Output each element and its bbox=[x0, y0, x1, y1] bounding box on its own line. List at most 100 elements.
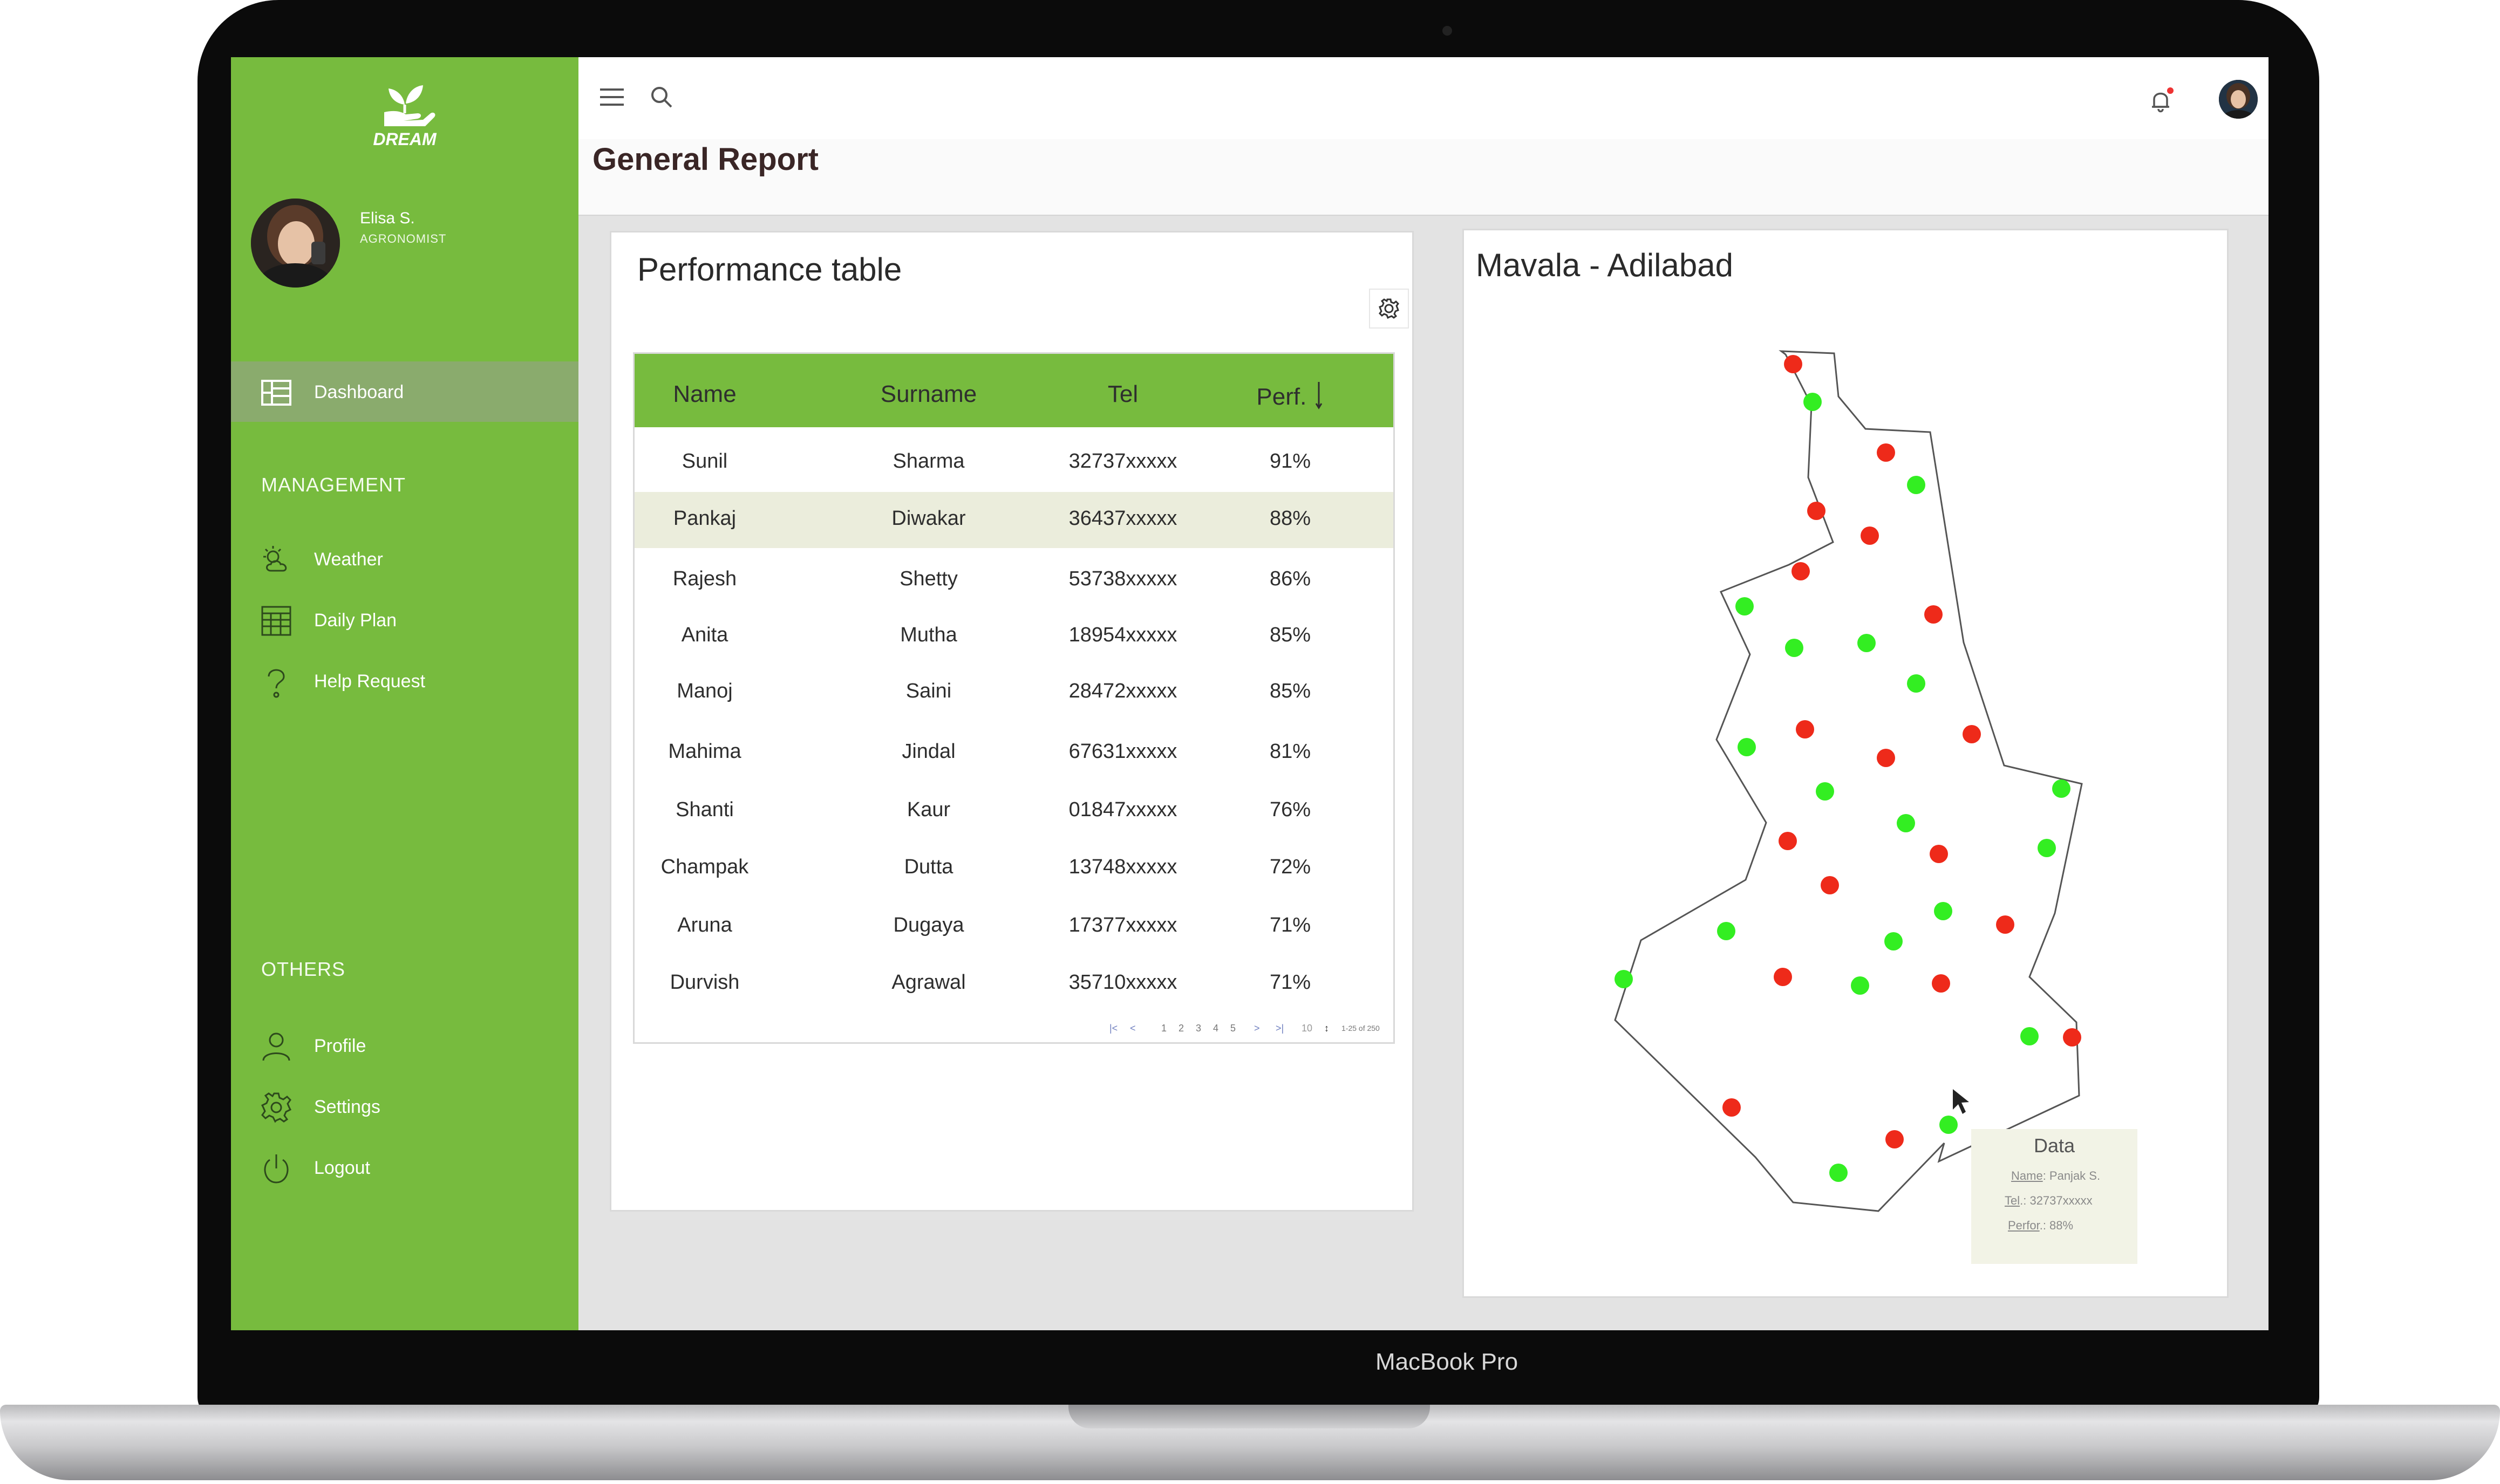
tooltip-tel-value: .: 32737xxxxx bbox=[2020, 1194, 2093, 1207]
farmer-point-low[interactable] bbox=[1784, 355, 1802, 373]
cell-tel: 35710xxxxx bbox=[1068, 971, 1177, 994]
table-row[interactable]: Anita Mutha 18954xxxxx 85% bbox=[635, 608, 1393, 665]
cell-name: Manoj bbox=[677, 680, 733, 702]
sidebar-item-logout[interactable]: Logout bbox=[231, 1146, 578, 1189]
cell-perf: 81% bbox=[1269, 740, 1311, 763]
region-outline bbox=[1614, 350, 2083, 1212]
sidebar-item-settings[interactable]: Settings bbox=[231, 1085, 578, 1128]
sidebar-item-dashboard[interactable]: Dashboard bbox=[231, 361, 578, 422]
per-page-chevron-icon[interactable]: ↕ bbox=[1324, 1023, 1329, 1034]
others-heading: OTHERS bbox=[261, 958, 346, 980]
farmer-point-high[interactable] bbox=[2038, 839, 2056, 857]
per-page-select[interactable]: 10 bbox=[1302, 1023, 1312, 1034]
farmer-point-low[interactable] bbox=[1807, 502, 1825, 520]
farmer-point-high[interactable] bbox=[1816, 782, 1834, 801]
farmer-point-low[interactable] bbox=[1885, 1130, 1904, 1148]
farmer-point-low[interactable] bbox=[1779, 832, 1797, 850]
farmer-point-low[interactable] bbox=[1930, 845, 1948, 863]
farmer-point-low[interactable] bbox=[1877, 749, 1895, 767]
page-1[interactable]: 1 bbox=[1161, 1023, 1167, 1034]
table-settings-button[interactable] bbox=[1369, 289, 1409, 329]
farmer-point-low[interactable] bbox=[1877, 443, 1895, 462]
farmer-point-low[interactable] bbox=[1791, 562, 1810, 580]
sort-arrow-icon[interactable] bbox=[1313, 381, 1324, 416]
table-row[interactable]: Pankaj Diwakar 36437xxxxx 88% bbox=[635, 492, 1393, 548]
tooltip-name: Name: Panjak S. bbox=[2011, 1169, 2100, 1183]
tooltip-perf: Perfor.: 88% bbox=[2008, 1219, 2073, 1233]
page-3[interactable]: 3 bbox=[1196, 1023, 1201, 1034]
last-page-icon[interactable]: >| bbox=[1276, 1023, 1284, 1034]
sidebar-item-help-request[interactable]: Help Request bbox=[231, 659, 578, 702]
farmer-point-high[interactable] bbox=[1803, 393, 1822, 411]
calendar-grid-icon bbox=[259, 604, 294, 638]
page-5[interactable]: 5 bbox=[1230, 1023, 1236, 1034]
farmer-point-low[interactable] bbox=[1924, 605, 1943, 624]
sidebar-item-daily-plan[interactable]: Daily Plan bbox=[231, 598, 578, 641]
farmer-point-high[interactable] bbox=[2052, 779, 2070, 798]
farmer-point-high[interactable] bbox=[1934, 902, 1952, 920]
cell-tel: 67631xxxxx bbox=[1068, 740, 1177, 763]
table-row[interactable]: Durvish Agrawal 35710xxxxx 71% bbox=[635, 956, 1393, 1012]
farmer-point-high[interactable] bbox=[1939, 1116, 1958, 1134]
farmer-point-high[interactable] bbox=[1735, 597, 1754, 616]
table-row[interactable]: Mahima Jindal 67631xxxxx 81% bbox=[635, 725, 1393, 781]
sidebar-item-profile[interactable]: Profile bbox=[231, 1024, 578, 1067]
farmer-point-high[interactable] bbox=[1907, 674, 1925, 693]
notification-bell-icon[interactable] bbox=[2147, 85, 2177, 118]
farmer-point-low[interactable] bbox=[1861, 526, 1879, 545]
farmer-point-high[interactable] bbox=[1907, 476, 1925, 494]
table-row[interactable]: Aruna Dugaya 17377xxxxx 71% bbox=[635, 899, 1393, 955]
farmer-point-high[interactable] bbox=[2020, 1027, 2039, 1045]
farmer-point-high[interactable] bbox=[1738, 738, 1756, 756]
farmer-point-low[interactable] bbox=[1796, 720, 1814, 738]
page-4[interactable]: 4 bbox=[1213, 1023, 1218, 1034]
cell-name: Sunil bbox=[682, 450, 728, 473]
sidebar-item-label: Profile bbox=[314, 1036, 366, 1056]
search-icon[interactable] bbox=[649, 84, 675, 113]
cell-name: Durvish bbox=[670, 971, 740, 994]
next-page-icon[interactable]: > bbox=[1254, 1023, 1260, 1034]
table-row[interactable]: Sunil Sharma 32737xxxxx 91% bbox=[635, 435, 1393, 491]
farmer-point-high[interactable] bbox=[1851, 976, 1869, 995]
table-row[interactable]: Champak Dutta 13748xxxxx 72% bbox=[635, 840, 1393, 897]
table-row[interactable]: Rajesh Shetty 53738xxxxx 86% bbox=[635, 552, 1393, 608]
user-avatar[interactable] bbox=[251, 199, 340, 288]
first-page-icon[interactable]: |< bbox=[1109, 1023, 1118, 1034]
farmer-point-high[interactable] bbox=[1829, 1164, 1848, 1182]
tooltip-perf-value: .: 88% bbox=[2039, 1219, 2074, 1232]
farmer-point-low[interactable] bbox=[1932, 974, 1950, 993]
top-bar bbox=[578, 57, 2269, 139]
table-row[interactable]: Shanti Kaur 01847xxxxx 76% bbox=[635, 783, 1393, 839]
column-header-surname[interactable]: Surname bbox=[840, 381, 1018, 408]
farmer-point-low[interactable] bbox=[2063, 1028, 2081, 1047]
farmer-point-high[interactable] bbox=[1857, 634, 1876, 652]
table-row[interactable]: Manoj Saini 28472xxxxx 85% bbox=[635, 665, 1393, 721]
farmer-point-high[interactable] bbox=[1897, 814, 1915, 832]
column-header-perf[interactable]: Perf. bbox=[1250, 381, 1331, 416]
column-header-tel[interactable]: Tel bbox=[1061, 381, 1185, 408]
farmer-point-low[interactable] bbox=[1996, 915, 2014, 934]
farmer-point-low[interactable] bbox=[1774, 968, 1792, 986]
laptop-notch bbox=[1068, 1405, 1430, 1428]
farmer-point-low[interactable] bbox=[1821, 876, 1839, 894]
sidebar-item-label: Settings bbox=[314, 1097, 380, 1117]
farmer-point-high[interactable] bbox=[1615, 970, 1633, 988]
column-header-name[interactable]: Name bbox=[645, 381, 764, 408]
menu-icon[interactable] bbox=[599, 86, 625, 111]
farmer-point-low[interactable] bbox=[1963, 725, 1981, 743]
prev-page-icon[interactable]: < bbox=[1130, 1023, 1136, 1034]
farmer-point-high[interactable] bbox=[1884, 932, 1903, 950]
farmer-point-high[interactable] bbox=[1785, 639, 1803, 657]
user-name: Elisa S. bbox=[360, 209, 415, 227]
top-user-avatar[interactable] bbox=[2219, 80, 2258, 119]
question-icon bbox=[259, 665, 294, 699]
sidebar-item-label: Dashboard bbox=[314, 382, 404, 402]
page-2[interactable]: 2 bbox=[1179, 1023, 1184, 1034]
map-points bbox=[1615, 355, 2081, 1182]
cell-name: Anita bbox=[681, 624, 728, 646]
cell-tel: 17377xxxxx bbox=[1068, 914, 1177, 936]
sidebar-item-weather[interactable]: Weather bbox=[231, 537, 578, 580]
cell-perf: 85% bbox=[1269, 624, 1311, 646]
farmer-point-low[interactable] bbox=[1722, 1098, 1741, 1117]
farmer-point-high[interactable] bbox=[1717, 922, 1735, 940]
